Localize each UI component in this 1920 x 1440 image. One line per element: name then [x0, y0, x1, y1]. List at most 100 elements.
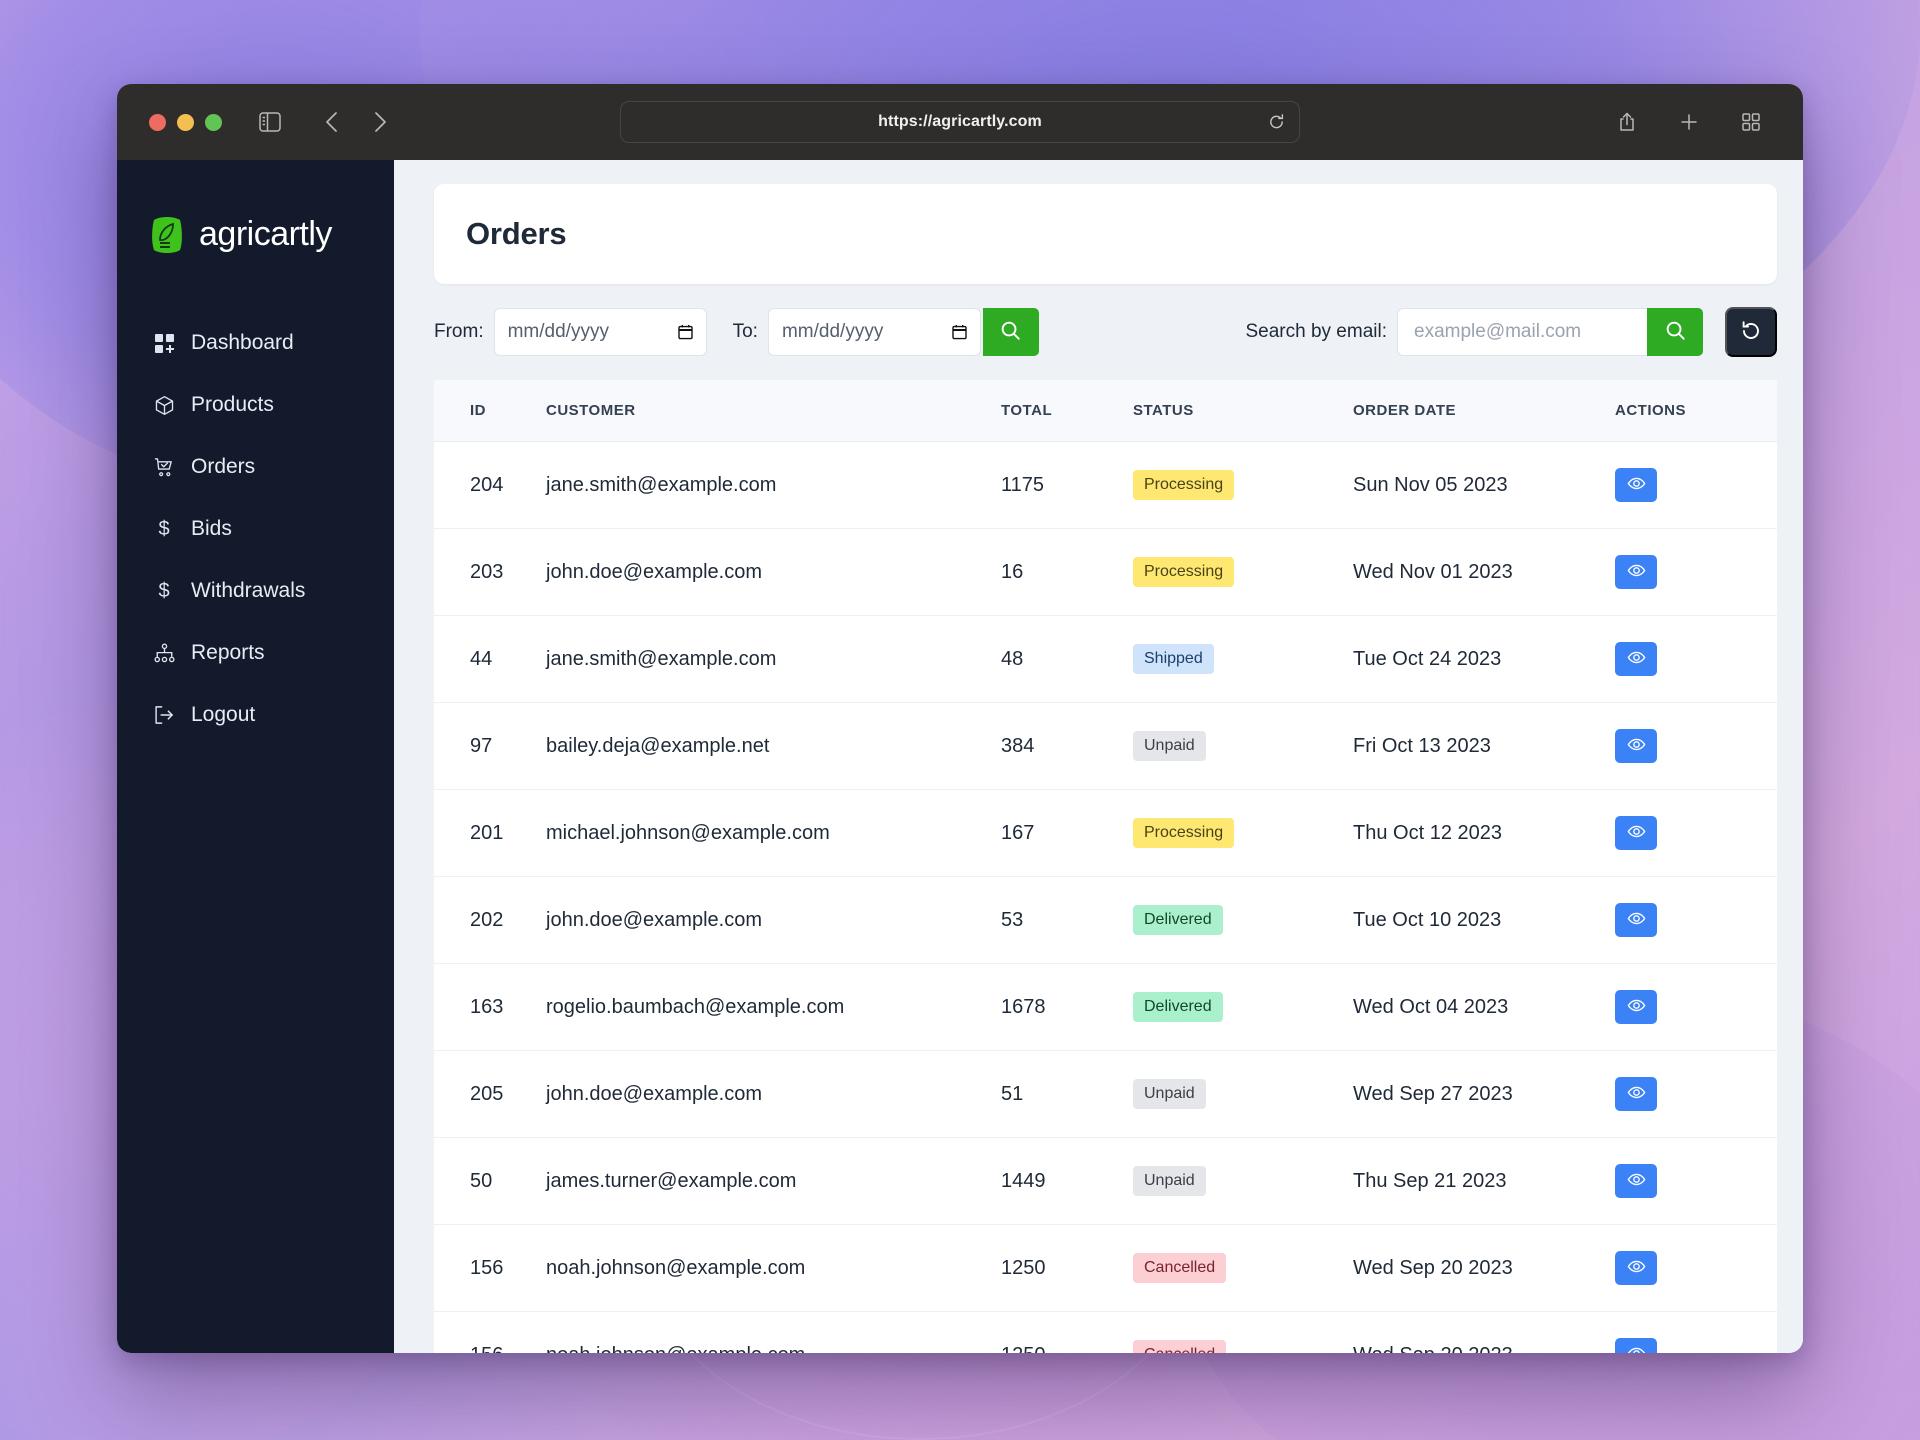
cell-id: 163: [434, 963, 546, 1051]
table-row[interactable]: 50 james.turner@example.com 1449 Unpaid Thu …: [434, 1137, 1777, 1225]
cell-order-date: Tue Oct 24 2023: [1353, 615, 1615, 703]
cell-actions: [1615, 528, 1777, 616]
view-order-button[interactable]: [1615, 1251, 1657, 1285]
column-header-order-date[interactable]: ORDER DATE: [1353, 380, 1615, 442]
eye-icon: [1627, 474, 1646, 496]
email-search-button[interactable]: [1647, 308, 1703, 356]
cell-customer: jane.smith@example.com: [546, 615, 1001, 703]
table-row[interactable]: 201 michael.johnson@example.com 167 Process…: [434, 789, 1777, 877]
cell-status: Processing: [1133, 441, 1353, 529]
status-badge: Processing: [1133, 818, 1235, 848]
cell-status: Unpaid: [1133, 702, 1353, 790]
share-icon[interactable]: [1609, 104, 1645, 140]
calendar-icon[interactable]: [677, 324, 693, 340]
cell-order-date: Wed Sep 27 2023: [1353, 1050, 1615, 1138]
table-row[interactable]: 205 john.doe@example.com 51 Unpaid Wed Sep 2…: [434, 1050, 1777, 1138]
sidebar-item-reports[interactable]: Reports: [117, 622, 394, 684]
cell-total: 167: [1001, 789, 1133, 877]
cell-order-date: Fri Oct 13 2023: [1353, 702, 1615, 790]
status-badge: Delivered: [1133, 905, 1223, 935]
cell-customer: john.doe@example.com: [546, 876, 1001, 964]
reload-icon[interactable]: [1268, 114, 1285, 131]
column-header-total[interactable]: TOTAL: [1001, 380, 1133, 442]
cell-order-date: Tue Oct 10 2023: [1353, 876, 1615, 964]
close-window-button[interactable]: [149, 113, 166, 131]
cell-customer: noah.johnson@example.com: [546, 1224, 1001, 1312]
table-row[interactable]: 156noah.johnson@example.com1250Cancelled…: [434, 1224, 1777, 1312]
from-date-value: mm/dd/yyyy: [507, 321, 609, 342]
sidebar-item-label: Withdrawals: [191, 579, 306, 602]
view-order-button[interactable]: [1615, 468, 1657, 502]
window-controls: [149, 113, 222, 131]
table-row[interactable]: 202 john.doe@example.com 53 Delivered Tue Oc…: [434, 876, 1777, 964]
back-chevron-icon[interactable]: [314, 104, 350, 140]
calendar-icon[interactable]: [952, 324, 967, 340]
cell-status: Delivered: [1133, 876, 1353, 964]
sidebar-nav: Dashboard Products Orders $ Bids $ Withd…: [117, 312, 394, 746]
address-bar[interactable]: https://agricartly.com: [620, 101, 1300, 143]
seed-bag-icon: [148, 213, 186, 255]
view-order-button[interactable]: [1615, 903, 1657, 937]
sidebar-item-bids[interactable]: $ Bids: [117, 498, 394, 560]
view-order-button[interactable]: [1615, 816, 1657, 850]
email-search-input[interactable]: example@mail.com: [1397, 308, 1647, 356]
column-header-status[interactable]: STATUS: [1133, 380, 1353, 442]
plus-icon[interactable]: [1671, 104, 1707, 140]
brand-name: agricartly: [199, 214, 332, 253]
cell-total: 1449: [1001, 1137, 1133, 1225]
view-order-button[interactable]: [1615, 642, 1657, 676]
table-row[interactable]: 203 john.doe@example.com 16 Processing Wed N…: [434, 528, 1777, 616]
cell-status: Shipped: [1133, 615, 1353, 703]
cell-total: 53: [1001, 876, 1133, 964]
table-row[interactable]: 156noah.johnson@example.com1250Cancelled…: [434, 1311, 1777, 1353]
sidebar-item-dashboard[interactable]: Dashboard: [117, 312, 394, 374]
sidebar-item-products[interactable]: Products: [117, 374, 394, 436]
table-row[interactable]: 204 jane.smith@example.com 1175 Processing S…: [434, 441, 1777, 529]
view-order-button[interactable]: [1615, 729, 1657, 763]
date-search-button[interactable]: [982, 308, 1039, 356]
view-order-button[interactable]: [1615, 990, 1657, 1024]
eye-icon: [1627, 561, 1646, 583]
view-order-button[interactable]: [1615, 1164, 1657, 1198]
table-row[interactable]: 97 bailey.deja@example.net 384 Unpaid Fri Oc…: [434, 702, 1777, 790]
from-date-input[interactable]: mm/dd/yyyy: [493, 308, 707, 356]
cell-status: Unpaid: [1133, 1137, 1353, 1225]
cell-id: 205: [434, 1050, 546, 1138]
cell-id: 97: [434, 702, 546, 790]
column-header-id[interactable]: ID: [434, 380, 546, 442]
maximize-window-button[interactable]: [205, 113, 222, 131]
view-order-button[interactable]: [1615, 555, 1657, 589]
forward-chevron-icon[interactable]: [362, 104, 398, 140]
sidebar-toggle-icon[interactable]: [252, 104, 288, 140]
tab-grid-icon[interactable]: [1733, 104, 1769, 140]
table-row[interactable]: 163 rogelio.baumbach@example.com 1678 Deliv…: [434, 963, 1777, 1051]
status-badge: Unpaid: [1133, 731, 1206, 761]
eye-icon: [1627, 1083, 1646, 1105]
view-order-button[interactable]: [1615, 1077, 1657, 1111]
sidebar-item-logout[interactable]: Logout: [117, 684, 394, 746]
eye-icon: [1627, 648, 1646, 670]
column-header-customer[interactable]: CUSTOMER: [546, 380, 1001, 442]
search-icon: [1665, 320, 1686, 344]
sidebar-item-orders[interactable]: Orders: [117, 436, 394, 498]
to-date-input[interactable]: mm/dd/yyyy: [767, 308, 981, 356]
search-icon: [1000, 320, 1021, 344]
cell-id: 44: [434, 615, 546, 703]
table-row[interactable]: 44 jane.smith@example.com 48 Shipped Tue Oct…: [434, 615, 1777, 703]
sitemap-icon: [153, 642, 175, 664]
app-body: agricartly Dashboard Products Orders $ B…: [117, 160, 1803, 1353]
reset-filters-button[interactable]: [1725, 307, 1777, 357]
view-order-button[interactable]: [1615, 1338, 1657, 1353]
brand-logo[interactable]: agricartly: [117, 204, 394, 264]
page-title: Orders: [466, 216, 567, 251]
from-label: From:: [434, 321, 484, 342]
status-badge: Cancelled: [1133, 1253, 1227, 1283]
column-header-actions: ACTIONS: [1615, 380, 1777, 442]
dollar-icon: $: [158, 579, 170, 602]
sidebar-item-withdrawals[interactable]: $ Withdrawals: [117, 560, 394, 622]
cell-status: Processing: [1133, 528, 1353, 616]
table-header-row: ID CUSTOMER TOTAL STATUS ORDER DATE ACTI…: [434, 380, 1777, 442]
minimize-window-button[interactable]: [177, 113, 194, 131]
cell-actions: [1615, 1224, 1777, 1312]
cell-customer: michael.johnson@example.com: [546, 789, 1001, 877]
